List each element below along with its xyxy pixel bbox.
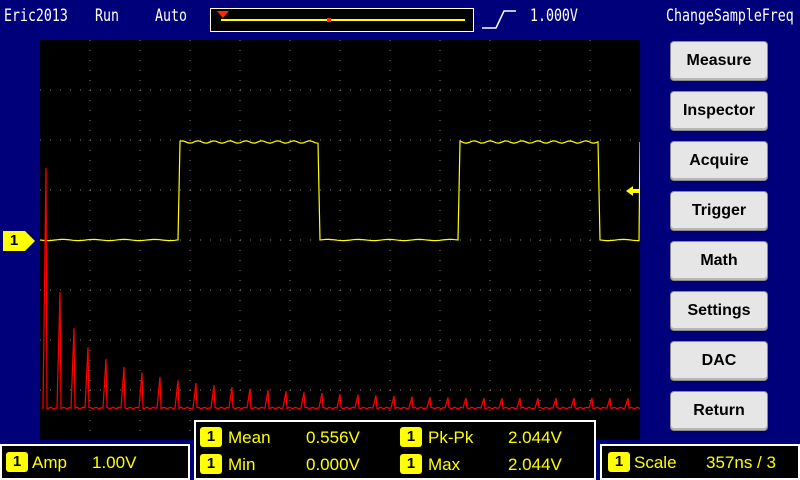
trigger-mode[interactable]: Auto <box>155 6 187 26</box>
max-label: Max <box>428 455 461 474</box>
pkpk-channel-badge: 1 <box>400 427 422 447</box>
mean-label: Mean <box>228 428 271 447</box>
min-value: 0.000V <box>306 455 360 474</box>
max-value: 2.044V <box>508 455 562 474</box>
trigger-position-bar[interactable] <box>210 8 474 32</box>
channel1-marker-arrow-icon <box>25 231 35 251</box>
pkpk-value: 2.044V <box>508 428 562 447</box>
trigger-level-readout: 1.000V <box>530 6 578 26</box>
mean-value: 0.556V <box>306 428 360 447</box>
amp-value: 1.00V <box>92 453 137 472</box>
scale-value: 357ns / 3 <box>706 453 776 472</box>
change-sample-freq-label[interactable]: ChangeSampleFreq <box>666 6 794 26</box>
measurement-panel[interactable]: 1 Mean 0.556V 1 Pk-Pk 2.044V 1 Min 0.000… <box>194 420 596 480</box>
channel1-marker[interactable]: 1 <box>3 231 35 251</box>
min-label: Min <box>228 455 256 474</box>
trigger-level-arrow-icon[interactable] <box>626 185 640 197</box>
device-name: Eric2013 <box>4 6 68 26</box>
max-channel-badge: 1 <box>400 454 422 474</box>
rising-edge-icon <box>482 10 516 29</box>
scale-channel-badge: 1 <box>608 452 630 472</box>
min-channel-badge: 1 <box>200 454 222 474</box>
top-status-bar: Eric2013 Run Auto 1.000V ChangeSampleFre… <box>0 0 800 38</box>
math-button[interactable]: Math <box>670 241 768 281</box>
trigger-center-marker <box>327 18 331 22</box>
acquire-button[interactable]: Acquire <box>670 141 768 181</box>
waveform-display[interactable] <box>39 40 642 440</box>
mean-channel-badge: 1 <box>200 427 222 447</box>
return-button[interactable]: Return <box>670 391 768 431</box>
inspector-button[interactable]: Inspector <box>670 91 768 131</box>
measure-button[interactable]: Measure <box>670 41 768 81</box>
trigger-position-arrow-icon <box>217 11 229 18</box>
amp-channel-badge: 1 <box>6 452 28 472</box>
channel1-marker-label: 1 <box>3 231 25 251</box>
amp-label: Amp <box>32 453 67 472</box>
pkpk-label: Pk-Pk <box>428 428 474 447</box>
scale-panel[interactable]: 1 Scale 357ns / 3 <box>600 444 800 480</box>
dac-button[interactable]: DAC <box>670 341 768 381</box>
waveform-grid-svg <box>39 40 642 440</box>
trigger-position-track <box>221 19 465 21</box>
run-state[interactable]: Run <box>95 6 119 26</box>
amp-panel[interactable]: 1 Amp 1.00V <box>0 444 190 480</box>
settings-button[interactable]: Settings <box>670 291 768 331</box>
scale-label: Scale <box>634 453 677 472</box>
trigger-button[interactable]: Trigger <box>670 191 768 231</box>
